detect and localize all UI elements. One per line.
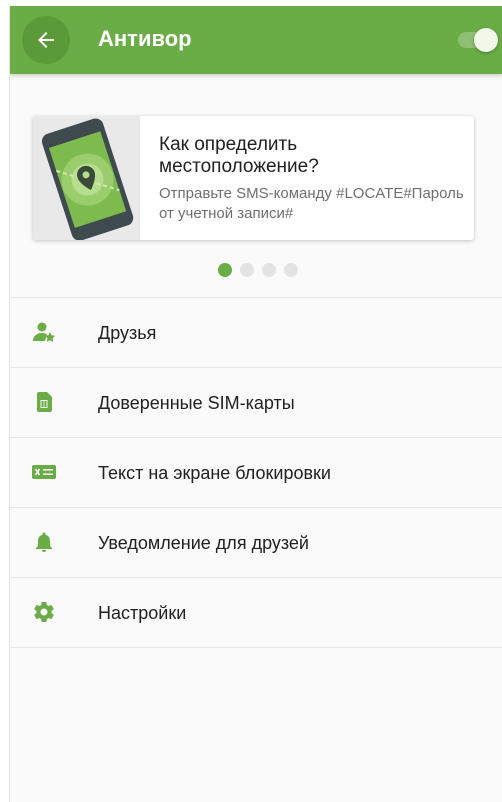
phone-location-illustration xyxy=(33,116,140,240)
menu-item-label: Текст на экране блокировки xyxy=(98,463,331,483)
sim-card-icon xyxy=(37,392,52,412)
pager-dot[interactable] xyxy=(240,263,254,277)
app-screen: Антивор Как определить местоположение? О… xyxy=(10,6,502,802)
lock-screen-text-icon xyxy=(32,465,56,479)
menu-item-label: Друзья xyxy=(98,323,157,343)
menu-item-friends[interactable]: Друзья xyxy=(10,298,502,368)
pager-dot[interactable] xyxy=(218,263,232,277)
pager-dot[interactable] xyxy=(262,263,276,277)
menu-item-label: Настройки xyxy=(98,603,187,623)
toggle-knob xyxy=(474,28,498,52)
menu-item-settings[interactable]: Настройки xyxy=(10,578,502,648)
menu-item-trusted-sim[interactable]: Доверенные SIM-карты xyxy=(10,368,502,438)
page-title: Антивор xyxy=(98,26,192,51)
menu-item-label: Доверенные SIM-карты xyxy=(98,393,295,413)
card-title: Как определить местоположение? xyxy=(159,134,319,177)
menu-list: Друзья Доверенные SIM-карты Текст на экр… xyxy=(10,297,502,648)
pager-dot[interactable] xyxy=(284,263,298,277)
friends-icon xyxy=(33,322,56,342)
back-arrow-icon xyxy=(38,32,54,48)
back-button[interactable] xyxy=(22,16,70,64)
tip-card[interactable]: Как определить местоположение? Отправьте… xyxy=(33,116,474,240)
menu-item-friend-notification[interactable]: Уведомление для друзей xyxy=(10,508,502,578)
menu-item-label: Уведомление для друзей xyxy=(98,533,309,553)
gear-icon xyxy=(34,602,54,623)
menu-item-lock-screen-text[interactable]: Текст на экране блокировки xyxy=(10,438,502,508)
anti-theft-toggle[interactable] xyxy=(458,28,498,52)
app-bar: Антивор xyxy=(10,6,502,74)
card-subtitle: Отправьте SMS-команду #LOCATE#Пароль от … xyxy=(159,185,464,222)
carousel-pager xyxy=(218,263,298,277)
bell-icon xyxy=(36,532,52,552)
